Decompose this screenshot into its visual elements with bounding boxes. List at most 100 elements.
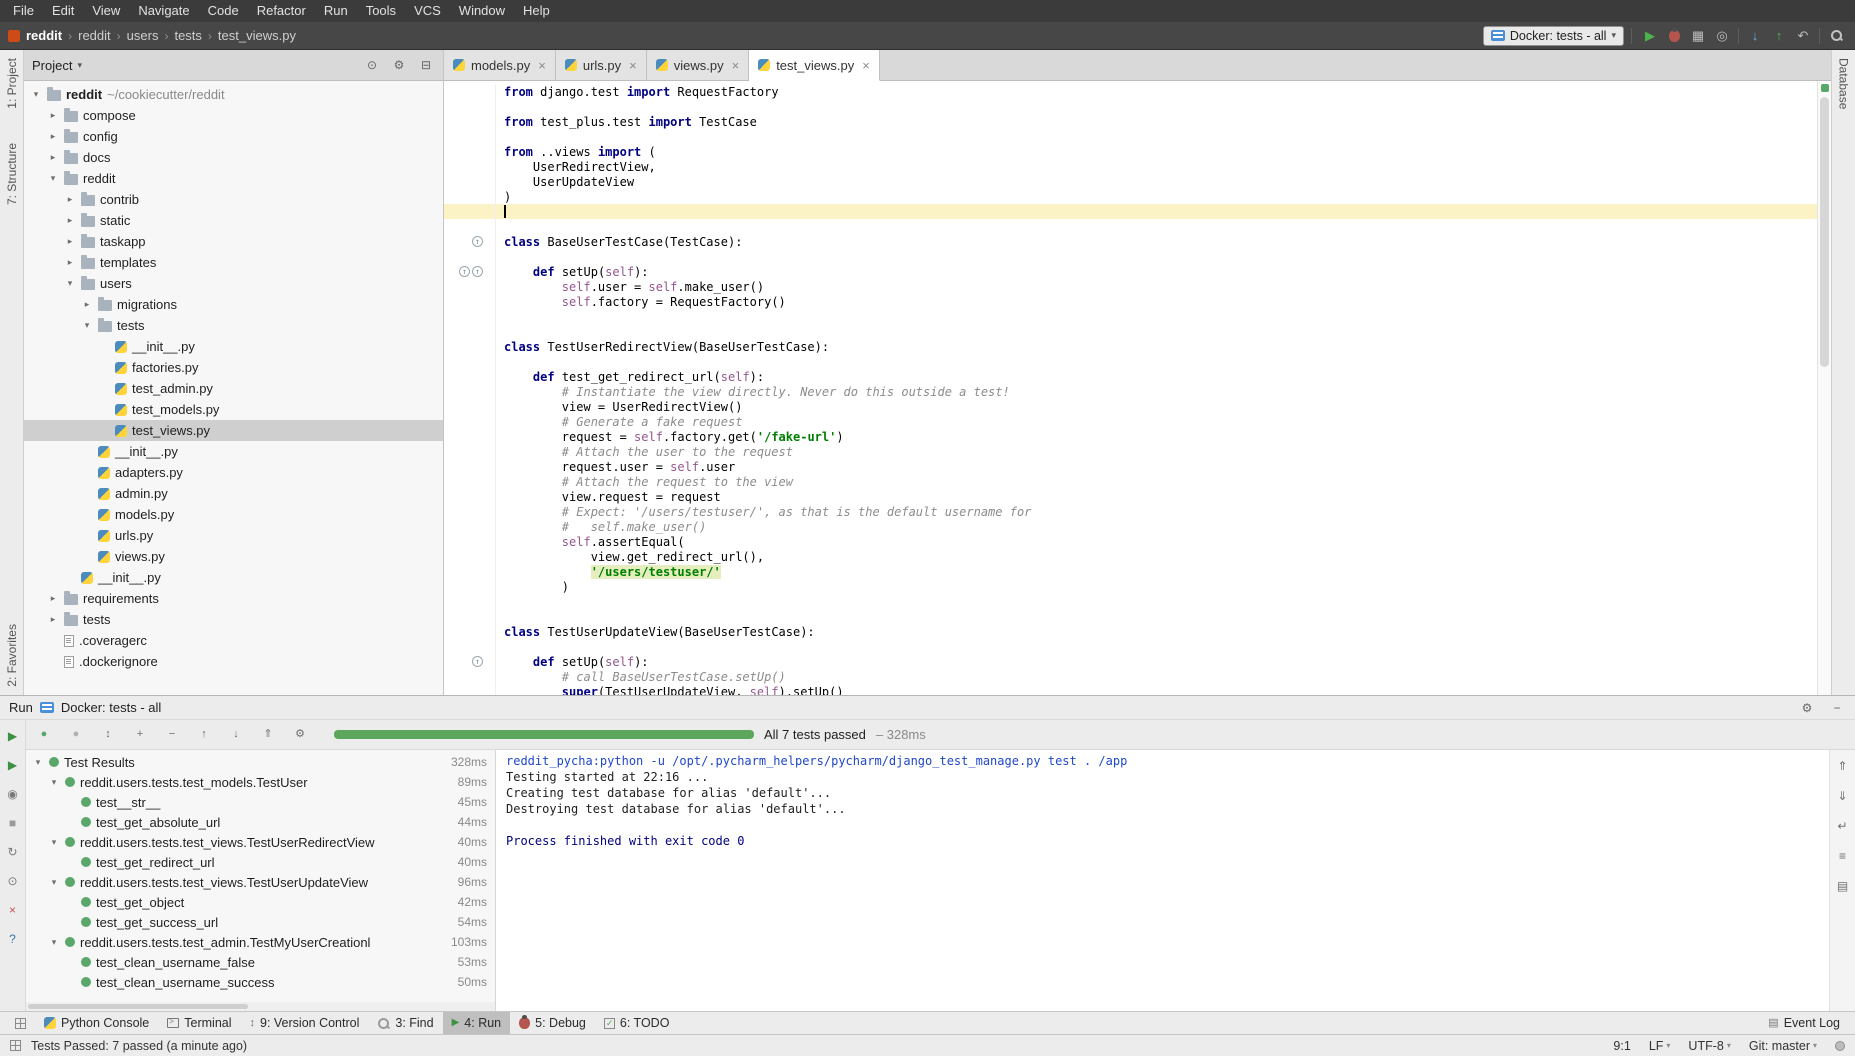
rerun-failed-tests-button[interactable]: ▶: [3, 755, 23, 775]
run-button[interactable]: ▶: [1639, 25, 1661, 47]
tree-item-contrib[interactable]: ▸contrib: [24, 189, 443, 210]
menu-item-run[interactable]: Run: [315, 0, 357, 22]
close-icon[interactable]: ×: [629, 58, 637, 73]
expander-icon[interactable]: ▸: [64, 194, 76, 205]
tool-button-database[interactable]: Database: [1837, 58, 1851, 109]
test-row[interactable]: test_get_redirect_url40ms: [26, 852, 495, 872]
coverage-button[interactable]: ▦: [1687, 25, 1709, 47]
debug-button[interactable]: [1663, 25, 1685, 47]
export-test-results-button[interactable]: ⇑: [258, 725, 278, 745]
settings-gear-button[interactable]: ⚙: [390, 56, 408, 74]
menu-item-navigate[interactable]: Navigate: [129, 0, 198, 22]
settings-gear-button[interactable]: ⚙: [1798, 699, 1816, 717]
tool-button-favorites[interactable]: 2: Favorites: [5, 624, 19, 687]
editor-scrollbar[interactable]: [1817, 81, 1831, 695]
expander-icon[interactable]: ▾: [47, 173, 59, 184]
override-marker-icon[interactable]: ↑: [472, 236, 483, 247]
tool-button-structure[interactable]: 7: Structure: [5, 143, 19, 205]
tab-urls-py[interactable]: urls.py×: [556, 50, 647, 80]
tree-item-test_admin-py[interactable]: test_admin.py: [24, 378, 443, 399]
tree-item--coveragerc[interactable]: .coveragerc: [24, 630, 443, 651]
expander-icon[interactable]: ▸: [47, 593, 59, 604]
expander-icon[interactable]: ▸: [64, 257, 76, 268]
expander-icon[interactable]: ▸: [47, 614, 59, 625]
encoding-selector[interactable]: UTF-8▾: [1688, 1039, 1730, 1053]
clear-console-button[interactable]: ▤: [1833, 876, 1853, 896]
tree-item-requirements[interactable]: ▸requirements: [24, 588, 443, 609]
test-row[interactable]: test_clean_username_false53ms: [26, 952, 495, 972]
hide-panel-button[interactable]: ⊟: [417, 56, 435, 74]
tree-item-test_models-py[interactable]: test_models.py: [24, 399, 443, 420]
toolwindow-find[interactable]: 3: Find: [368, 1012, 442, 1034]
tab-models-py[interactable]: models.py×: [444, 50, 556, 80]
toolwindow-todo[interactable]: 6: TODO: [595, 1012, 679, 1034]
expander-icon[interactable]: ▾: [30, 89, 42, 100]
expander-icon[interactable]: ▸: [64, 236, 76, 247]
run-config-select[interactable]: Docker: tests - all ▾: [1483, 26, 1624, 46]
toolwindow-switcher[interactable]: [6, 1012, 35, 1034]
override-marker-icon[interactable]: ↑: [472, 266, 483, 277]
expander-icon[interactable]: ▾: [81, 320, 93, 331]
tree-item-templates[interactable]: ▸templates: [24, 252, 443, 273]
toolwindow-switcher-icon[interactable]: [10, 1040, 21, 1051]
menu-item-tools[interactable]: Tools: [357, 0, 405, 22]
toolwindow-terminal[interactable]: Terminal: [158, 1012, 240, 1034]
expander-icon[interactable]: ▸: [47, 152, 59, 163]
tree-item-compose[interactable]: ▸compose: [24, 105, 443, 126]
tree-item-test_views-py[interactable]: test_views.py: [24, 420, 443, 441]
close-icon[interactable]: ×: [862, 58, 870, 73]
close-icon[interactable]: ×: [732, 58, 740, 73]
toggle-auto-test-button[interactable]: ◉: [3, 784, 23, 804]
profiler-button[interactable]: ◎: [1711, 25, 1733, 47]
expander-icon[interactable]: ▾: [48, 877, 60, 888]
status-message[interactable]: Tests Passed: 7 passed (a minute ago): [31, 1039, 247, 1053]
tree-item-__init__-py[interactable]: __init__.py: [24, 336, 443, 357]
rollback-button[interactable]: ↶: [1792, 25, 1814, 47]
override-marker-icon[interactable]: ↑: [472, 656, 483, 667]
scrollbar-thumb[interactable]: [28, 1004, 248, 1009]
tree-item-tests[interactable]: ▸tests: [24, 609, 443, 630]
menu-item-vcs[interactable]: VCS: [405, 0, 450, 22]
menu-item-window[interactable]: Window: [450, 0, 514, 22]
caret-position[interactable]: 9:1: [1613, 1039, 1630, 1053]
tree-item-admin-py[interactable]: admin.py: [24, 483, 443, 504]
tree-item-users[interactable]: ▾users: [24, 273, 443, 294]
scrollbar-thumb[interactable]: [1820, 97, 1829, 367]
menu-item-help[interactable]: Help: [514, 0, 559, 22]
code-editor[interactable]: from django.test import RequestFactory f…: [444, 81, 1817, 695]
test-row[interactable]: ▾reddit.users.tests.test_views.TestUserR…: [26, 832, 495, 852]
toolwindow-version-control[interactable]: ↕9: Version Control: [241, 1012, 369, 1034]
tree-item-factories-py[interactable]: factories.py: [24, 357, 443, 378]
menu-item-file[interactable]: File: [4, 0, 43, 22]
rerun-tests-button[interactable]: ▶: [3, 726, 23, 746]
inspections-profile-icon[interactable]: [1835, 1041, 1845, 1051]
previous-failed-test-button[interactable]: ↑: [194, 725, 214, 745]
test-row[interactable]: ▾reddit.users.tests.test_views.TestUserU…: [26, 872, 495, 892]
tree-item-config[interactable]: ▸config: [24, 126, 443, 147]
scroll-to-bottom-button[interactable]: ⇓: [1833, 786, 1853, 806]
git-branch-selector[interactable]: Git: master▾: [1749, 1039, 1817, 1053]
expander-icon[interactable]: ▾: [64, 278, 76, 289]
scroll-to-end-toggle[interactable]: ≡: [1833, 846, 1853, 866]
tree-item-views-py[interactable]: views.py: [24, 546, 443, 567]
menu-item-refactor[interactable]: Refactor: [248, 0, 315, 22]
test-row[interactable]: ▾reddit.users.tests.test_admin.TestMyUse…: [26, 932, 495, 952]
tree-item-__init__-py[interactable]: __init__.py: [24, 441, 443, 462]
help-button[interactable]: ?: [3, 929, 23, 949]
tree-item-urls-py[interactable]: urls.py: [24, 525, 443, 546]
test-row[interactable]: test__str__45ms: [26, 792, 495, 812]
update-project-button[interactable]: ↓: [1744, 25, 1766, 47]
expander-icon[interactable]: ▸: [81, 299, 93, 310]
tree-item-taskapp[interactable]: ▸taskapp: [24, 231, 443, 252]
tree-item-tests[interactable]: ▾tests: [24, 315, 443, 336]
test-row[interactable]: ▾reddit.users.tests.test_models.TestUser…: [26, 772, 495, 792]
tree-item-__init__-py[interactable]: __init__.py: [24, 567, 443, 588]
breadcrumb-item[interactable]: test_views.py: [216, 28, 298, 43]
collapse-all-button[interactable]: −: [162, 725, 182, 745]
breadcrumb-item[interactable]: tests: [172, 28, 203, 43]
test-row[interactable]: test_get_absolute_url44ms: [26, 812, 495, 832]
test-tree-hscrollbar[interactable]: [26, 1002, 495, 1011]
inspection-status-icon[interactable]: [1821, 84, 1829, 92]
tree-item--dockerignore[interactable]: .dockerignore: [24, 651, 443, 672]
toolwindow-debug[interactable]: 5: Debug: [510, 1012, 595, 1034]
